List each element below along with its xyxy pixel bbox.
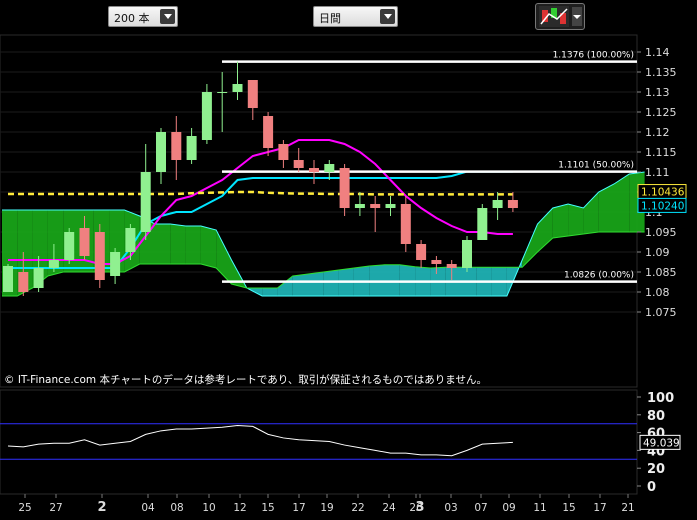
price-tags: 1.104361.10240 — [637, 184, 687, 213]
price-tag-label: 1.10436 — [641, 187, 685, 199]
chart-canvas[interactable]: 1.1376 (100.00%) 1.1101 (50.00%) 1.0826 (0… — [0, 0, 697, 520]
candle-body — [385, 204, 396, 208]
rsi-tick-label: 100 — [647, 391, 674, 406]
x-tick-label: 09 — [502, 502, 515, 514]
candle-body — [370, 204, 381, 208]
rsi-value-label: 49.039 — [643, 437, 680, 449]
cloud-segment — [262, 288, 278, 296]
x-tick-label: 08 — [170, 502, 183, 514]
candle-body — [324, 164, 335, 172]
x-tick-label: 15 — [562, 502, 575, 514]
candle-body — [3, 266, 13, 292]
x-tick-label: 17 — [292, 502, 305, 514]
candle-body — [247, 80, 258, 108]
sub-chart-frame — [0, 389, 638, 495]
candle-body — [201, 92, 212, 140]
candle-body — [33, 268, 44, 288]
candle-body — [354, 204, 365, 208]
rsi-panel: 10080604020049.039 — [0, 391, 681, 495]
y-tick-label: 1.085 — [645, 266, 677, 279]
candle-body — [278, 144, 289, 160]
cloud-segment — [568, 204, 584, 236]
candle-body — [18, 272, 29, 292]
y-tick-label: 1.125 — [645, 106, 677, 119]
y-tick-label: 1.13 — [645, 86, 670, 99]
candle-body — [94, 232, 105, 280]
x-tick-label: 03 — [444, 502, 457, 514]
x-tick-label: 04 — [141, 502, 155, 514]
cloud-segment — [200, 226, 217, 268]
fib-level-label: 1.1101 (50.00%) — [558, 161, 634, 171]
rsi-line — [7, 424, 513, 457]
date-axis: 25 27 2 04 08 10 12 15 17 19 22 24 263 03 07 09 11 15 17 21 — [18, 494, 635, 515]
candle-body — [416, 244, 427, 260]
candle-body — [48, 260, 59, 268]
cloud-segment — [308, 272, 324, 296]
y-tick-label: 1.08 — [645, 286, 670, 299]
candle-body — [156, 132, 166, 172]
y-tick-label: 1.12 — [645, 126, 670, 139]
cloud-segment — [323, 270, 339, 296]
candle-body — [477, 208, 488, 240]
candle-body — [431, 260, 442, 264]
chart-app: 200 本 日間 1.1376 (100.00%) 1.1101 (50.00%… — [0, 0, 697, 520]
cloud-segment — [292, 274, 308, 296]
y-tick-label: 1.14 — [645, 46, 670, 59]
y-tick-label: 1.115 — [645, 146, 677, 159]
candle-body — [492, 200, 503, 208]
candle-body — [171, 132, 182, 160]
x-tick-label: 22 — [351, 502, 364, 514]
x-tick-label: 2 — [97, 500, 106, 515]
x-tick-label: 10 — [202, 502, 215, 514]
rsi-tick-label: 0 — [647, 480, 656, 495]
cloud-segment — [552, 204, 569, 238]
rsi-tick-label: 20 — [647, 462, 665, 477]
candle-body — [125, 228, 136, 252]
x-tick-label: 25 — [18, 502, 31, 514]
x-tick-label: 3 — [415, 500, 424, 515]
x-tick-label: 11 — [533, 502, 546, 514]
candle-body — [446, 264, 457, 268]
x-tick-label: 19 — [320, 502, 333, 514]
fib-level-label: 1.0826 (0.00%) — [564, 271, 634, 281]
candle-body — [79, 228, 90, 256]
x-tick-label: 17 — [593, 502, 606, 514]
x-tick-label: 27 — [49, 502, 62, 514]
candle-body — [232, 84, 243, 92]
candle-body — [140, 172, 151, 232]
candle-body — [309, 168, 319, 172]
x-tick-label: 07 — [474, 502, 487, 514]
cloud-segment — [185, 226, 201, 264]
y-tick-label: 1.095 — [645, 226, 677, 239]
candle-body — [462, 240, 472, 268]
y-tick-label: 1.075 — [645, 306, 677, 319]
candle-body — [64, 232, 75, 260]
candle-body — [263, 116, 274, 148]
candle-body — [217, 92, 228, 93]
y-tick-label: 1.135 — [645, 66, 677, 79]
x-tick-label: 24 — [382, 502, 396, 514]
y-tick-label: 1.09 — [645, 246, 670, 259]
candle-body — [507, 200, 518, 208]
fibonacci-levels[interactable]: 1.1376 (100.00%) 1.1101 (50.00%) 1.0826 (0… — [222, 51, 637, 283]
copyright-notice: © IT-Finance.com 本チャートのデータは参考レートであり、取引が保… — [4, 373, 487, 386]
cloud-segment — [583, 192, 599, 234]
candle-body — [339, 168, 350, 208]
x-tick-label: 12 — [233, 502, 246, 514]
candle-body — [186, 136, 197, 160]
candle-body — [293, 160, 304, 168]
candle-body — [110, 252, 121, 276]
fib-level-label: 1.1376 (100.00%) — [553, 51, 634, 61]
x-tick-label: 21 — [621, 502, 634, 514]
candle-body — [400, 204, 411, 244]
cloud-segment — [155, 224, 171, 264]
y-tick-label: 1.11 — [645, 166, 670, 179]
rsi-tick-label: 80 — [647, 409, 665, 424]
cloud-segment — [170, 224, 186, 264]
price-tag-label: 1.10240 — [641, 200, 684, 212]
x-tick-label: 15 — [261, 502, 274, 514]
